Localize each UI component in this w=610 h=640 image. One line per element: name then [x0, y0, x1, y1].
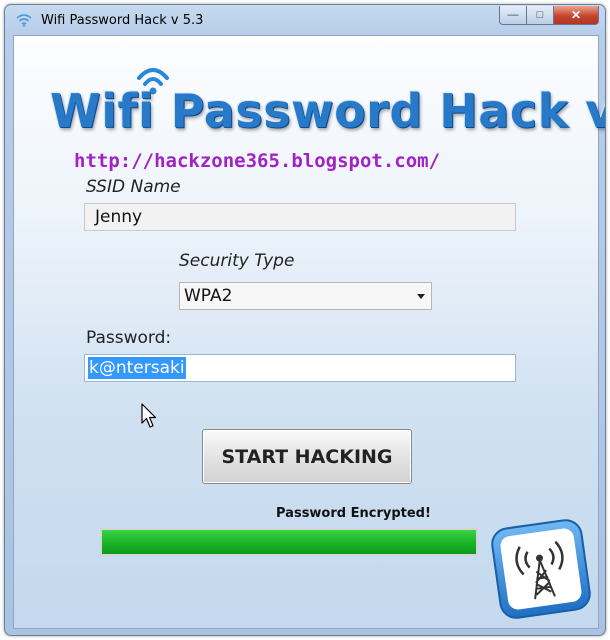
security-type-select[interactable]: WPA2 — [179, 282, 432, 310]
ssid-label: SSID Name — [86, 177, 181, 197]
radio-tower-icon — [491, 519, 591, 619]
password-value: k@ntersaki — [88, 357, 186, 379]
chevron-down-icon[interactable] — [417, 294, 425, 299]
title-bar[interactable]: Wifi Password Hack v 5.3 — □ ✕ — [5, 5, 605, 35]
ssid-input[interactable]: Jenny — [84, 203, 516, 231]
mouse-cursor-icon — [141, 403, 157, 428]
minimize-button[interactable]: — — [499, 6, 527, 25]
security-type-value: WPA2 — [184, 286, 233, 306]
status-message: Password Encrypted! — [276, 506, 431, 521]
wifi-icon — [16, 14, 32, 27]
logo-title: Wifi Password Hack v5 — [50, 84, 606, 138]
password-label: Password: — [86, 328, 172, 348]
window-controls: — □ ✕ — [499, 6, 599, 26]
progress-fill — [102, 530, 476, 554]
maximize-button[interactable]: □ — [527, 6, 554, 25]
start-hacking-button[interactable]: START HACKING — [202, 429, 412, 484]
close-button[interactable]: ✕ — [554, 6, 599, 25]
client-area: Wifi Password Hack v5 http://hackzone365… — [13, 35, 606, 629]
security-type-label: Security Type — [179, 251, 295, 271]
window-title: Wifi Password Hack v 5.3 — [41, 13, 204, 28]
website-url: http://hackzone365.blogspot.com/ — [74, 150, 441, 172]
progress-bar — [100, 528, 478, 556]
password-input[interactable]: k@ntersaki — [84, 354, 516, 382]
app-window: Wifi Password Hack v 5.3 — □ ✕ Wifi Pass… — [4, 4, 606, 636]
